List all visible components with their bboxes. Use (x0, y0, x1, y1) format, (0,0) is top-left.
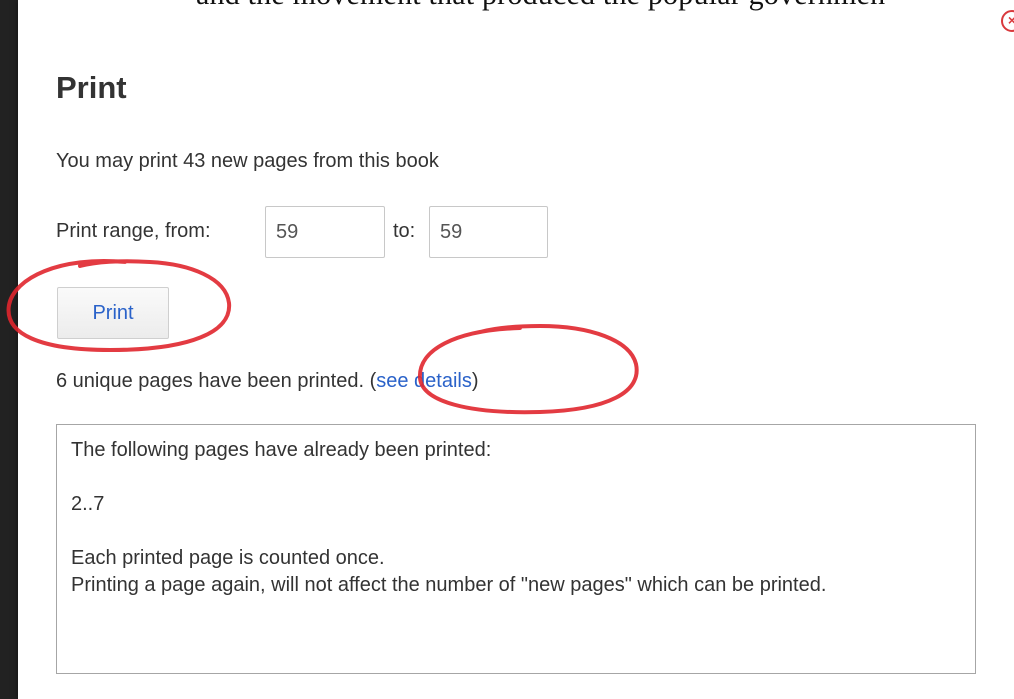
details-pages: 2..7 (71, 493, 105, 515)
printed-status: 6 unique pages have been printed. (see d… (56, 370, 479, 393)
printed-status-close: ) (471, 370, 479, 392)
print-button[interactable]: Print (57, 287, 169, 339)
printed-status-text: 6 unique pages have been printed. ( (56, 370, 377, 392)
details-note-1: Each printed page is counted once. (71, 547, 385, 569)
print-allowance-text: You may print 43 new pages from this boo… (56, 150, 439, 172)
background-document-text: and the movement that produced the popul… (196, 0, 885, 12)
print-from-input[interactable] (265, 206, 385, 258)
printed-pages-details: The following pages have already been pr… (56, 424, 976, 674)
dialog-title: Print (56, 70, 127, 105)
details-heading: The following pages have already been pr… (71, 439, 492, 461)
print-to-input[interactable] (429, 206, 548, 258)
backdrop-edge (0, 0, 18, 699)
details-note-2: Printing a page again, will not affect t… (71, 574, 827, 596)
print-to-label: to: (393, 220, 416, 242)
print-range-label: Print range, from: (56, 220, 211, 242)
see-details-link[interactable]: see details (376, 370, 472, 392)
